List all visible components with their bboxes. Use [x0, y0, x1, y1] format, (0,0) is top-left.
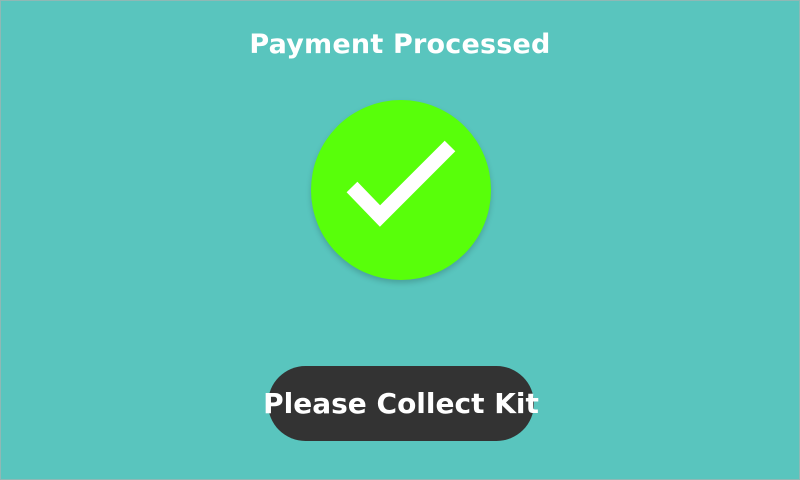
- payment-confirmation-screen: Payment Processed Please Collect Kit: [0, 0, 800, 480]
- collect-kit-button[interactable]: Please Collect Kit: [263, 366, 539, 441]
- page-title: Payment Processed: [249, 29, 551, 60]
- check-icon: [346, 140, 456, 227]
- success-status-indicator: [311, 100, 491, 280]
